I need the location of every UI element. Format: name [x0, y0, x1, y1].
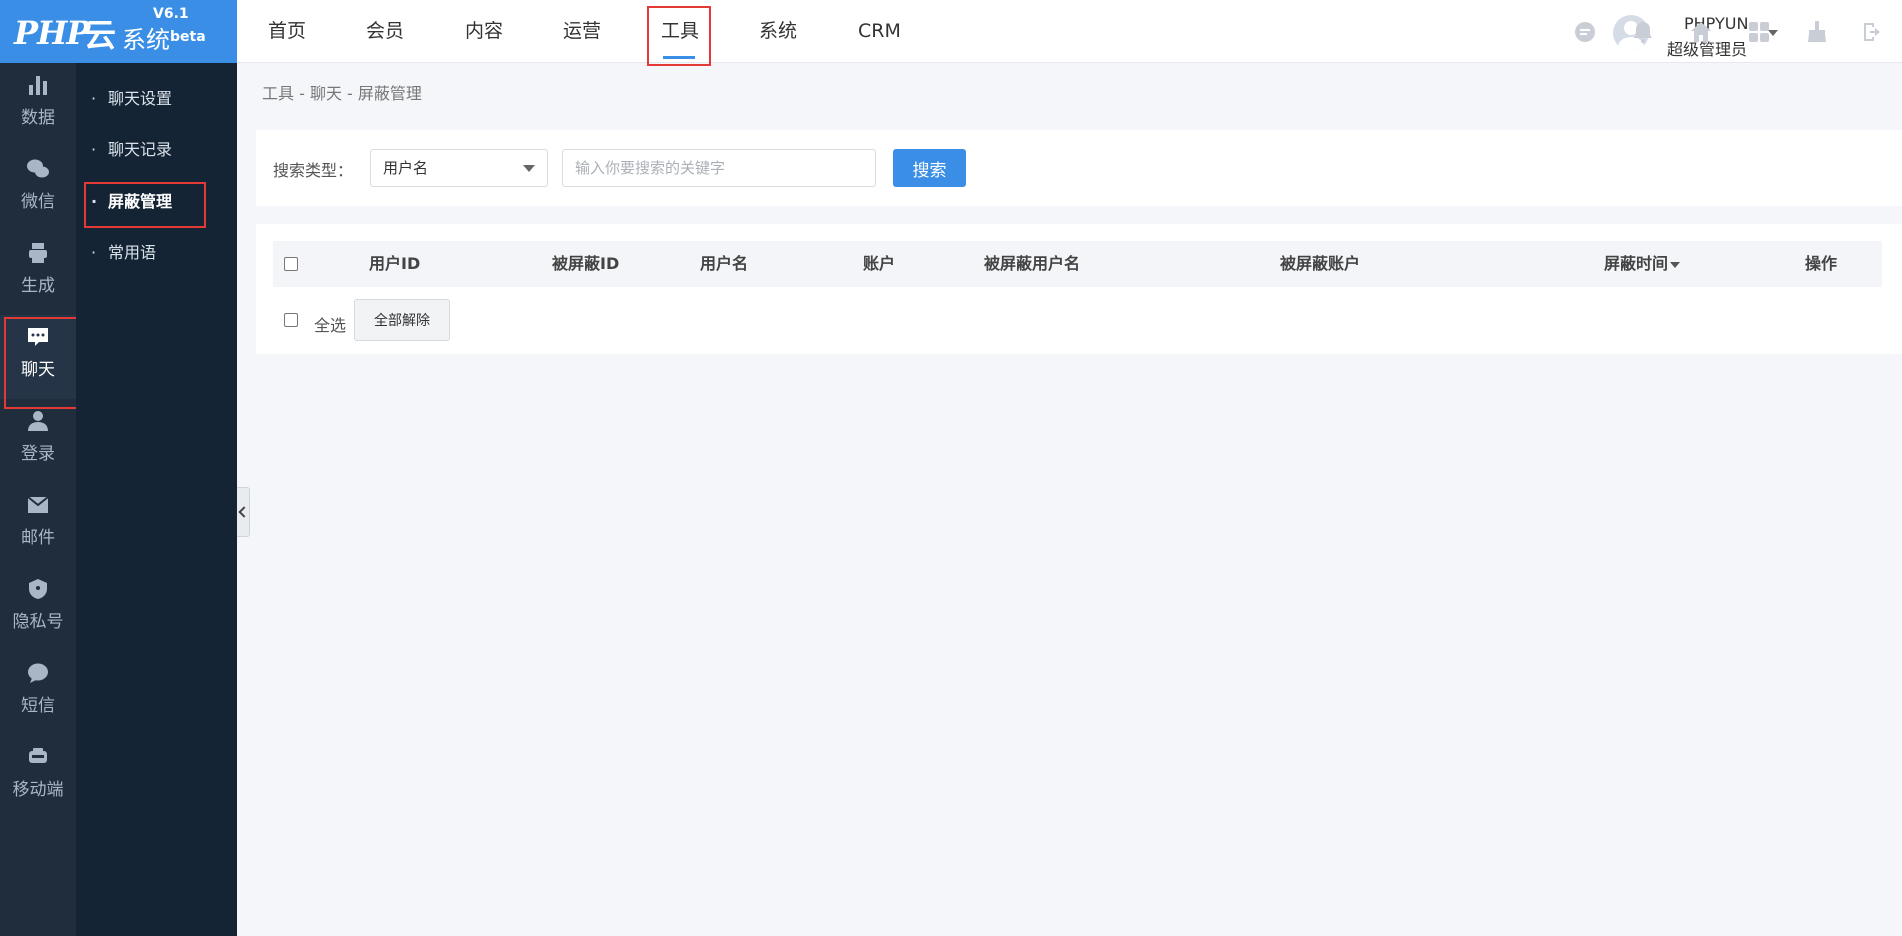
- logo-beta: beta: [170, 29, 206, 45]
- search-input[interactable]: [562, 149, 876, 187]
- submenu-item-common-phrases[interactable]: 常用语: [91, 233, 156, 273]
- sidebar-item-data[interactable]: 数据: [0, 63, 76, 147]
- grid-icon[interactable]: [1747, 20, 1771, 44]
- search-panel: 搜索类型： 用户名 搜索: [256, 130, 1902, 206]
- column-blocked-account: 被屏蔽账户: [1280, 254, 1361, 273]
- sidebar-item-label: 聊天: [21, 360, 55, 380]
- breadcrumb: 工具 - 聊天 - 屏蔽管理: [262, 84, 422, 103]
- envelope-icon: [27, 496, 49, 513]
- home-icon[interactable]: [1689, 20, 1713, 44]
- printer-icon: [29, 243, 47, 263]
- tab-tools[interactable]: 工具: [646, 0, 712, 66]
- tab-content[interactable]: 内容: [465, 0, 503, 63]
- tab-crm[interactable]: CRM: [858, 0, 901, 63]
- broom-icon[interactable]: [1805, 20, 1829, 44]
- sidebar-item-label: 移动端: [12, 780, 64, 800]
- search-type-select[interactable]: 用户名: [370, 149, 548, 187]
- sidebar-item-label: 隐私号: [12, 612, 64, 632]
- submenu: 聊天设置 聊天记录 屏蔽管理 常用语: [76, 63, 237, 936]
- wechat-icon: [27, 159, 49, 178]
- submenu-item-chat-settings[interactable]: 聊天设置: [91, 79, 172, 119]
- search-type-value: 用户名: [383, 159, 429, 177]
- search-type-label: 搜索类型：: [273, 161, 354, 180]
- logo-system: 系统: [122, 26, 170, 54]
- tab-home[interactable]: 首页: [268, 0, 306, 63]
- top-nav: 首页 会员 内容 运营 工具 系统 CRM PHPYUN 超级管理员: [237, 0, 1902, 66]
- sidebar-item-wechat[interactable]: 微信: [0, 147, 76, 231]
- sidebar-collapse-handle[interactable]: [237, 487, 250, 537]
- app-icon: [29, 748, 47, 763]
- shield-icon: [29, 579, 47, 599]
- bar-chart-icon: [29, 76, 47, 95]
- sidebar-item-mobile[interactable]: 移动端: [0, 735, 76, 819]
- select-all-label: 全选: [314, 316, 347, 335]
- sidebar-item-label: 数据: [21, 108, 55, 128]
- unblock-all-button[interactable]: 全部解除: [354, 299, 450, 341]
- sidebar-item-mail[interactable]: 邮件: [0, 483, 76, 567]
- sidebar-item-label: 登录: [21, 444, 55, 464]
- sidebar-item-login[interactable]: 登录: [0, 399, 76, 483]
- logo-php: PHP: [14, 14, 90, 52]
- sidebar-item-label: 生成: [21, 276, 55, 296]
- column-block-time[interactable]: 屏蔽时间: [1604, 241, 1681, 287]
- message-icon[interactable]: [1573, 20, 1597, 44]
- column-block-time-label: 屏蔽时间: [1604, 254, 1669, 273]
- sidebar-item-generate[interactable]: 生成: [0, 231, 76, 315]
- sidebar-item-label: 短信: [21, 696, 55, 716]
- column-user-id: 用户ID: [369, 254, 421, 273]
- tab-operations[interactable]: 运营: [563, 0, 601, 63]
- logo: PHP 云 系统 V6.1 beta: [0, 0, 237, 63]
- user-icon: [28, 411, 48, 431]
- column-actions: 操作: [1805, 254, 1838, 273]
- tab-system[interactable]: 系统: [759, 0, 797, 63]
- column-account: 账户: [863, 254, 896, 273]
- logo-yun: 云: [84, 16, 117, 54]
- submenu-item-block-management[interactable]: 屏蔽管理: [83, 182, 207, 228]
- submenu-item-chat-records[interactable]: 聊天记录: [91, 130, 172, 170]
- header-checkbox[interactable]: [284, 257, 298, 271]
- column-blocked-username: 被屏蔽用户名: [984, 254, 1081, 273]
- logout-icon[interactable]: [1861, 20, 1885, 44]
- message-icon: [28, 663, 48, 683]
- tab-members[interactable]: 会员: [366, 0, 404, 63]
- main-sidebar: 数据 微信 生成 聊天 登录 邮件 隐私号 短信 移动端: [0, 63, 80, 936]
- sidebar-item-sms[interactable]: 短信: [0, 651, 76, 735]
- column-blocked-id: 被屏蔽ID: [552, 254, 620, 273]
- table-header: 用户ID 被屏蔽ID 用户名 账户 被屏蔽用户名 被屏蔽账户 屏蔽时间 操作: [273, 241, 1882, 287]
- search-button[interactable]: 搜索: [893, 149, 966, 187]
- sidebar-item-privacy[interactable]: 隐私号: [0, 567, 76, 651]
- sort-down-icon: [1670, 261, 1681, 268]
- block-list-table: 用户ID 被屏蔽ID 用户名 账户 被屏蔽用户名 被屏蔽账户 屏蔽时间 操作 全…: [256, 224, 1902, 354]
- logo-version: V6.1: [153, 6, 189, 22]
- sidebar-item-label: 微信: [21, 192, 55, 212]
- column-username: 用户名: [700, 254, 749, 273]
- chevron-down-icon: [523, 165, 535, 172]
- bell-icon[interactable]: [1631, 20, 1655, 44]
- select-all-checkbox[interactable]: [284, 313, 298, 327]
- chat-bubble-icon: [28, 328, 48, 346]
- sidebar-item-chat[interactable]: 聊天: [0, 315, 80, 409]
- sidebar-item-label: 邮件: [21, 528, 55, 548]
